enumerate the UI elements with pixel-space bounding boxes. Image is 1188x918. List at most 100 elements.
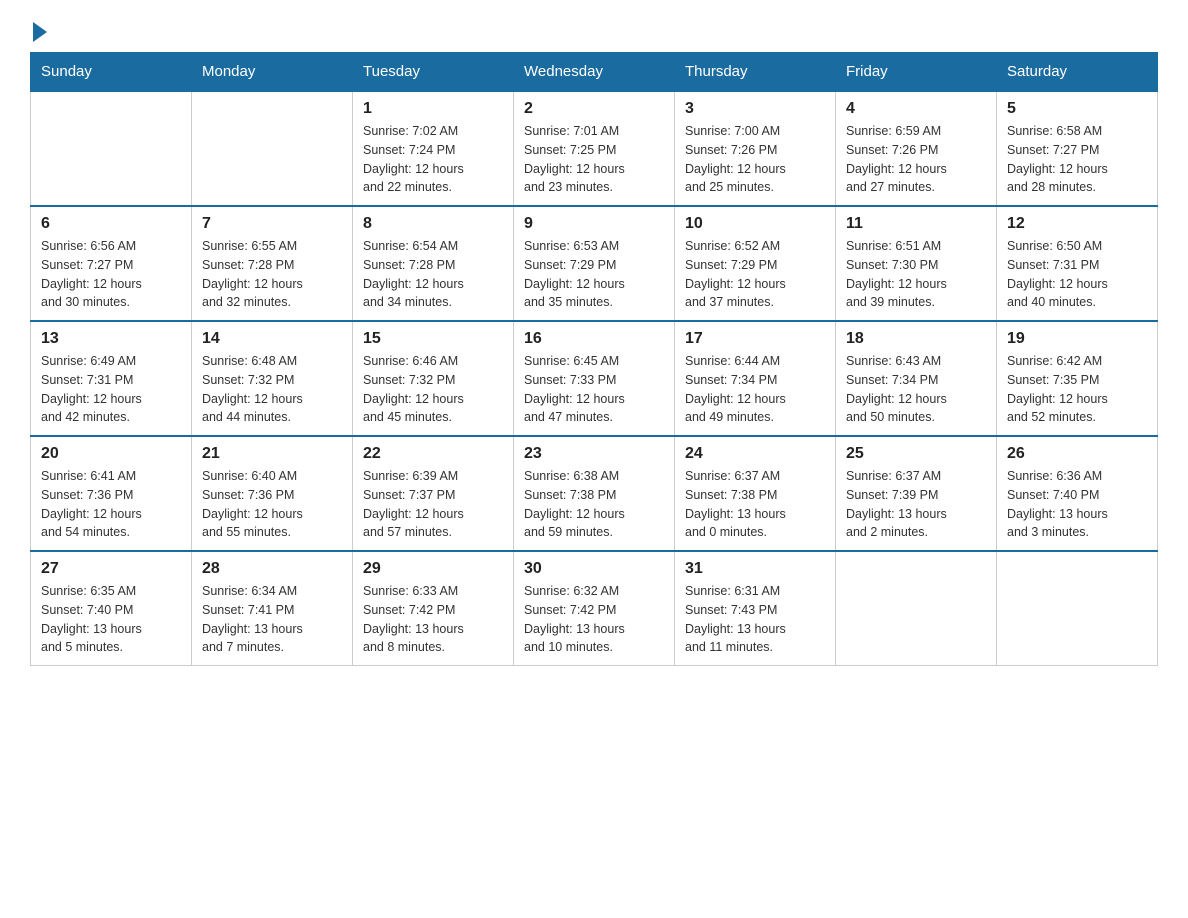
calendar-week-row: 1 Sunrise: 7:02 AM Sunset: 7:24 PM Daylig… <box>31 91 1158 206</box>
day-of-week-header: Sunday <box>31 53 192 92</box>
day-number: 19 <box>1007 330 1147 348</box>
day-number: 25 <box>846 445 986 463</box>
day-number: 10 <box>685 215 825 233</box>
day-info: Sunrise: 6:32 AM Sunset: 7:42 PM Dayligh… <box>524 582 664 657</box>
day-info: Sunrise: 6:46 AM Sunset: 7:32 PM Dayligh… <box>363 352 503 427</box>
calendar-cell: 30 Sunrise: 6:32 AM Sunset: 7:42 PM Dayli… <box>514 551 675 666</box>
day-info: Sunrise: 6:44 AM Sunset: 7:34 PM Dayligh… <box>685 352 825 427</box>
day-number: 26 <box>1007 445 1147 463</box>
calendar-cell: 14 Sunrise: 6:48 AM Sunset: 7:32 PM Dayli… <box>192 321 353 436</box>
calendar-cell: 26Sunrise: 6:36 AM Sunset: 7:40 PM Dayli… <box>997 436 1158 551</box>
day-info: Sunrise: 6:48 AM Sunset: 7:32 PM Dayligh… <box>202 352 342 427</box>
day-number: 16 <box>524 330 664 348</box>
day-info: Sunrise: 6:40 AM Sunset: 7:36 PM Dayligh… <box>202 467 342 542</box>
day-number: 17 <box>685 330 825 348</box>
calendar-cell: 12 Sunrise: 6:50 AM Sunset: 7:31 PM Dayli… <box>997 206 1158 321</box>
calendar-cell: 24Sunrise: 6:37 AM Sunset: 7:38 PM Dayli… <box>675 436 836 551</box>
day-number: 23 <box>524 445 664 463</box>
day-info: Sunrise: 7:00 AM Sunset: 7:26 PM Dayligh… <box>685 122 825 197</box>
day-info: Sunrise: 6:50 AM Sunset: 7:31 PM Dayligh… <box>1007 237 1147 312</box>
day-info: Sunrise: 6:31 AM Sunset: 7:43 PM Dayligh… <box>685 582 825 657</box>
day-number: 8 <box>363 215 503 233</box>
day-info: Sunrise: 6:55 AM Sunset: 7:28 PM Dayligh… <box>202 237 342 312</box>
calendar-cell: 19 Sunrise: 6:42 AM Sunset: 7:35 PM Dayli… <box>997 321 1158 436</box>
calendar-cell <box>192 91 353 206</box>
calendar-cell: 17 Sunrise: 6:44 AM Sunset: 7:34 PM Dayli… <box>675 321 836 436</box>
day-of-week-header: Thursday <box>675 53 836 92</box>
calendar-week-row: 6 Sunrise: 6:56 AM Sunset: 7:27 PM Daylig… <box>31 206 1158 321</box>
calendar-cell: 10 Sunrise: 6:52 AM Sunset: 7:29 PM Dayli… <box>675 206 836 321</box>
day-info: Sunrise: 6:35 AM Sunset: 7:40 PM Dayligh… <box>41 582 181 657</box>
day-info: Sunrise: 6:42 AM Sunset: 7:35 PM Dayligh… <box>1007 352 1147 427</box>
calendar-cell: 4 Sunrise: 6:59 AM Sunset: 7:26 PM Daylig… <box>836 91 997 206</box>
day-number: 15 <box>363 330 503 348</box>
day-info: Sunrise: 6:59 AM Sunset: 7:26 PM Dayligh… <box>846 122 986 197</box>
day-info: Sunrise: 6:39 AM Sunset: 7:37 PM Dayligh… <box>363 467 503 542</box>
calendar-week-row: 13Sunrise: 6:49 AM Sunset: 7:31 PM Dayli… <box>31 321 1158 436</box>
calendar-cell: 28Sunrise: 6:34 AM Sunset: 7:41 PM Dayli… <box>192 551 353 666</box>
day-number: 21 <box>202 445 342 463</box>
page-header <box>30 20 1158 42</box>
day-number: 18 <box>846 330 986 348</box>
day-number: 31 <box>685 560 825 578</box>
calendar-cell: 9Sunrise: 6:53 AM Sunset: 7:29 PM Daylig… <box>514 206 675 321</box>
day-number: 4 <box>846 100 986 118</box>
day-of-week-header: Saturday <box>997 53 1158 92</box>
logo <box>30 20 47 42</box>
calendar-cell: 31 Sunrise: 6:31 AM Sunset: 7:43 PM Dayli… <box>675 551 836 666</box>
day-number: 22 <box>363 445 503 463</box>
calendar-cell: 23Sunrise: 6:38 AM Sunset: 7:38 PM Dayli… <box>514 436 675 551</box>
day-info: Sunrise: 6:37 AM Sunset: 7:38 PM Dayligh… <box>685 467 825 542</box>
calendar-cell: 8 Sunrise: 6:54 AM Sunset: 7:28 PM Daylig… <box>353 206 514 321</box>
day-number: 27 <box>41 560 181 578</box>
calendar-cell: 11Sunrise: 6:51 AM Sunset: 7:30 PM Dayli… <box>836 206 997 321</box>
calendar-week-row: 27 Sunrise: 6:35 AM Sunset: 7:40 PM Dayli… <box>31 551 1158 666</box>
day-info: Sunrise: 6:43 AM Sunset: 7:34 PM Dayligh… <box>846 352 986 427</box>
day-number: 11 <box>846 215 986 233</box>
day-number: 6 <box>41 215 181 233</box>
calendar-cell: 22 Sunrise: 6:39 AM Sunset: 7:37 PM Dayli… <box>353 436 514 551</box>
calendar-cell: 2 Sunrise: 7:01 AM Sunset: 7:25 PM Daylig… <box>514 91 675 206</box>
calendar-cell: 15 Sunrise: 6:46 AM Sunset: 7:32 PM Dayli… <box>353 321 514 436</box>
calendar-cell: 25 Sunrise: 6:37 AM Sunset: 7:39 PM Dayli… <box>836 436 997 551</box>
calendar-cell: 3 Sunrise: 7:00 AM Sunset: 7:26 PM Daylig… <box>675 91 836 206</box>
calendar-cell: 1 Sunrise: 7:02 AM Sunset: 7:24 PM Daylig… <box>353 91 514 206</box>
calendar-cell: 13Sunrise: 6:49 AM Sunset: 7:31 PM Dayli… <box>31 321 192 436</box>
calendar-cell: 16 Sunrise: 6:45 AM Sunset: 7:33 PM Dayli… <box>514 321 675 436</box>
day-info: Sunrise: 7:01 AM Sunset: 7:25 PM Dayligh… <box>524 122 664 197</box>
day-info: Sunrise: 6:41 AM Sunset: 7:36 PM Dayligh… <box>41 467 181 542</box>
day-number: 7 <box>202 215 342 233</box>
day-info: Sunrise: 6:54 AM Sunset: 7:28 PM Dayligh… <box>363 237 503 312</box>
day-number: 1 <box>363 100 503 118</box>
day-number: 12 <box>1007 215 1147 233</box>
calendar-header-row: SundayMondayTuesdayWednesdayThursdayFrid… <box>31 53 1158 92</box>
calendar-cell <box>997 551 1158 666</box>
day-number: 14 <box>202 330 342 348</box>
day-number: 20 <box>41 445 181 463</box>
day-number: 30 <box>524 560 664 578</box>
day-number: 3 <box>685 100 825 118</box>
day-number: 2 <box>524 100 664 118</box>
day-of-week-header: Tuesday <box>353 53 514 92</box>
day-info: Sunrise: 7:02 AM Sunset: 7:24 PM Dayligh… <box>363 122 503 197</box>
calendar-cell: 7 Sunrise: 6:55 AM Sunset: 7:28 PM Daylig… <box>192 206 353 321</box>
day-info: Sunrise: 6:49 AM Sunset: 7:31 PM Dayligh… <box>41 352 181 427</box>
day-info: Sunrise: 6:37 AM Sunset: 7:39 PM Dayligh… <box>846 467 986 542</box>
day-number: 9 <box>524 215 664 233</box>
calendar-cell: 20 Sunrise: 6:41 AM Sunset: 7:36 PM Dayli… <box>31 436 192 551</box>
calendar-cell: 18 Sunrise: 6:43 AM Sunset: 7:34 PM Dayli… <box>836 321 997 436</box>
day-of-week-header: Monday <box>192 53 353 92</box>
day-of-week-header: Friday <box>836 53 997 92</box>
day-info: Sunrise: 6:45 AM Sunset: 7:33 PM Dayligh… <box>524 352 664 427</box>
day-info: Sunrise: 6:56 AM Sunset: 7:27 PM Dayligh… <box>41 237 181 312</box>
calendar-week-row: 20 Sunrise: 6:41 AM Sunset: 7:36 PM Dayli… <box>31 436 1158 551</box>
calendar-cell: 21 Sunrise: 6:40 AM Sunset: 7:36 PM Dayli… <box>192 436 353 551</box>
calendar-cell <box>836 551 997 666</box>
day-of-week-header: Wednesday <box>514 53 675 92</box>
day-info: Sunrise: 6:34 AM Sunset: 7:41 PM Dayligh… <box>202 582 342 657</box>
day-info: Sunrise: 6:33 AM Sunset: 7:42 PM Dayligh… <box>363 582 503 657</box>
logo-triangle-icon <box>33 22 47 42</box>
calendar-cell: 6 Sunrise: 6:56 AM Sunset: 7:27 PM Daylig… <box>31 206 192 321</box>
calendar-table: SundayMondayTuesdayWednesdayThursdayFrid… <box>30 52 1158 666</box>
day-info: Sunrise: 6:52 AM Sunset: 7:29 PM Dayligh… <box>685 237 825 312</box>
